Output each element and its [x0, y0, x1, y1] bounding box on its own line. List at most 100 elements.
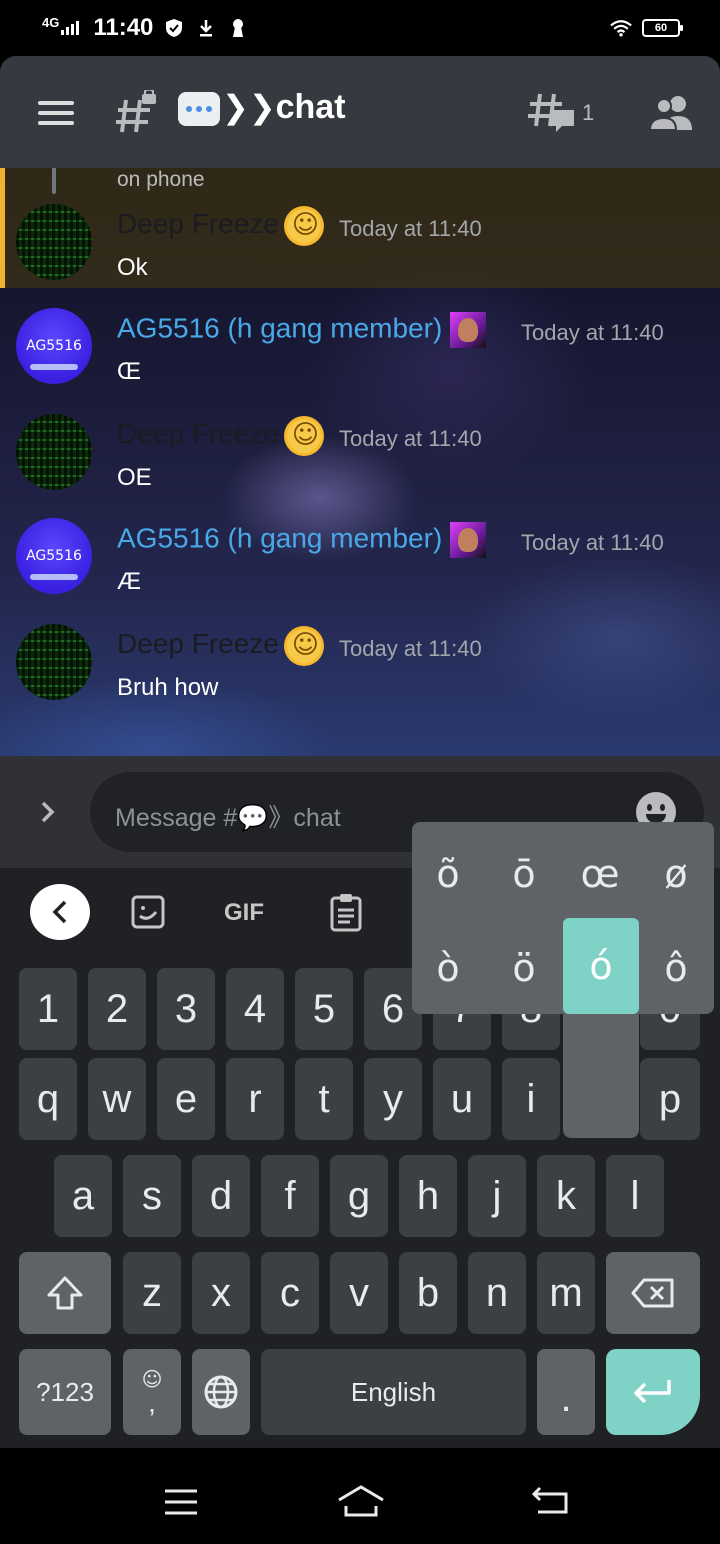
timestamp: Today at 11:40	[339, 426, 482, 451]
popup-stem	[563, 1012, 639, 1138]
accent-option-selected[interactable]: ó	[563, 918, 639, 1014]
members-icon[interactable]	[648, 94, 694, 132]
avatar[interactable]	[16, 204, 92, 280]
back-arrow-icon[interactable]	[30, 884, 90, 940]
key-m[interactable]: m	[537, 1252, 595, 1334]
back-icon[interactable]	[530, 1486, 570, 1521]
key-j[interactable]: j	[468, 1155, 526, 1237]
key-z[interactable]: z	[123, 1252, 181, 1334]
chevron-right-icon[interactable]	[38, 800, 58, 823]
timestamp: Today at 11:40	[339, 636, 482, 661]
username[interactable]: Deep Freeze	[117, 628, 321, 663]
accent-option[interactable]: ò	[410, 920, 486, 1016]
locked-channel-icon	[114, 88, 158, 134]
message-text: OE	[117, 464, 152, 491]
key-p[interactable]: p	[640, 1058, 700, 1140]
battery-indicator: 60	[642, 19, 683, 37]
key-r[interactable]: r	[226, 1058, 284, 1140]
timestamp: Today at 11:40	[521, 530, 664, 555]
space-key[interactable]: English	[261, 1349, 526, 1435]
message-item[interactable]: Deep Freeze Today at 11:40 Bruh how	[0, 624, 720, 724]
speech-bubble-icon	[178, 92, 220, 126]
sticker-icon[interactable]	[130, 894, 166, 937]
menu-icon[interactable]	[38, 101, 74, 125]
symbols-key[interactable]: ?123	[19, 1349, 111, 1435]
key-g[interactable]: g	[330, 1155, 388, 1237]
backspace-key[interactable]	[606, 1252, 700, 1334]
sun-badge-icon	[286, 628, 321, 663]
recents-icon[interactable]	[163, 1488, 199, 1521]
status-bar: 4G 11:40 60	[0, 0, 720, 56]
key-u[interactable]: u	[433, 1058, 491, 1140]
key-x[interactable]: x	[192, 1252, 250, 1334]
key-l[interactable]: l	[606, 1155, 664, 1237]
clipboard-icon[interactable]	[328, 892, 364, 939]
accent-option[interactable]: œ	[562, 826, 638, 922]
key-i[interactable]: i	[502, 1058, 560, 1140]
threads-count: 1	[582, 100, 595, 125]
timestamp: Today at 11:40	[339, 216, 482, 241]
home-icon[interactable]	[336, 1484, 386, 1523]
sun-badge-icon	[286, 418, 321, 453]
key-c[interactable]: c	[261, 1252, 319, 1334]
key-s[interactable]: s	[123, 1155, 181, 1237]
comma-key[interactable]: ☺ ,	[123, 1349, 181, 1435]
key-q[interactable]: q	[19, 1058, 77, 1140]
key-2[interactable]: 2	[88, 968, 146, 1050]
status-time: 11:40	[93, 14, 154, 41]
key-v[interactable]: v	[330, 1252, 388, 1334]
key-h[interactable]: h	[399, 1155, 457, 1237]
key-b[interactable]: b	[399, 1252, 457, 1334]
message-text: Œ	[117, 358, 141, 385]
period-key[interactable]: .	[537, 1349, 595, 1435]
avatar[interactable]: AG5516	[16, 308, 92, 384]
profile-badge-icon	[450, 312, 487, 348]
username[interactable]: AG5516 (h gang member)	[117, 522, 487, 558]
message-item[interactable]: AG5516 AG5516 (h gang member) Today at 1…	[0, 518, 720, 618]
username[interactable]: Deep Freeze	[117, 208, 321, 243]
key-1[interactable]: 1	[19, 968, 77, 1050]
key-3[interactable]: 3	[157, 968, 215, 1050]
key-5[interactable]: 5	[295, 968, 353, 1050]
accent-option[interactable]: ō	[486, 826, 562, 922]
accent-option[interactable]: õ	[410, 826, 486, 922]
message-list[interactable]: on phone Deep Freeze Today at 11:40 Ok A…	[0, 168, 720, 756]
key-w[interactable]: w	[88, 1058, 146, 1140]
shift-key[interactable]	[19, 1252, 111, 1334]
threads-icon[interactable]	[528, 90, 576, 136]
reply-preview[interactable]: on phone	[117, 168, 205, 192]
key-e[interactable]: e	[157, 1058, 215, 1140]
wifi-icon	[610, 17, 632, 39]
message-item[interactable]: AG5516 AG5516 (h gang member) Today at 1…	[0, 308, 720, 408]
channel-title[interactable]: ❯❯chat	[222, 88, 346, 127]
shift-icon	[47, 1276, 83, 1310]
key-4[interactable]: 4	[226, 968, 284, 1050]
key-y[interactable]: y	[364, 1058, 422, 1140]
avatar[interactable]	[16, 624, 92, 700]
accent-option[interactable]: ö	[486, 920, 562, 1016]
username[interactable]: AG5516 (h gang member)	[117, 312, 487, 348]
globe-icon	[204, 1375, 238, 1409]
enter-key[interactable]	[606, 1349, 700, 1435]
key-t[interactable]: t	[295, 1058, 353, 1140]
key-f[interactable]: f	[261, 1155, 319, 1237]
username[interactable]: Deep Freeze	[117, 418, 321, 453]
key-a[interactable]: a	[54, 1155, 112, 1237]
backspace-icon	[631, 1278, 674, 1308]
message-item[interactable]: Deep Freeze Today at 11:40 OE	[0, 414, 720, 514]
message-item[interactable]: Deep Freeze Today at 11:40 Ok	[0, 204, 720, 304]
keyhole-icon	[227, 17, 249, 39]
accent-option[interactable]: ø	[638, 826, 714, 922]
language-key[interactable]	[192, 1349, 250, 1435]
key-n[interactable]: n	[468, 1252, 526, 1334]
message-text: Æ	[117, 568, 141, 595]
network-type: 4G	[42, 14, 60, 30]
signal-icon	[61, 21, 80, 35]
accent-option[interactable]: ô	[638, 920, 714, 1016]
timestamp: Today at 11:40	[521, 320, 664, 345]
avatar[interactable]	[16, 414, 92, 490]
avatar[interactable]: AG5516	[16, 518, 92, 594]
key-d[interactable]: d	[192, 1155, 250, 1237]
gif-button[interactable]: GIF	[224, 899, 264, 927]
key-k[interactable]: k	[537, 1155, 595, 1237]
